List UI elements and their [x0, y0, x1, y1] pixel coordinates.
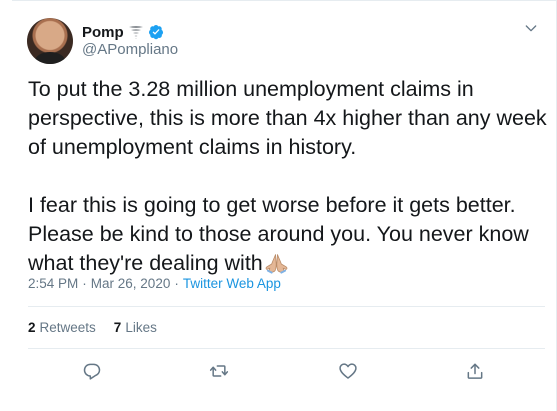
more-options-button[interactable]	[519, 18, 543, 42]
like-icon	[338, 361, 358, 386]
handle[interactable]: @APompliano	[82, 41, 178, 58]
tweet-date[interactable]: Mar 26, 2020	[91, 276, 171, 291]
reply-button[interactable]	[79, 360, 105, 386]
tweet-actions	[0, 360, 557, 386]
avatar[interactable]	[27, 18, 73, 64]
top-divider	[12, 0, 557, 1]
display-name[interactable]: Pomp	[82, 24, 124, 41]
tweet-paragraph: I fear this is going to get worse before…	[28, 191, 548, 278]
divider	[28, 306, 545, 307]
share-icon	[465, 361, 485, 386]
like-button[interactable]	[335, 360, 361, 386]
author-name-row[interactable]: Pomp	[82, 22, 164, 42]
retweets-count: 2	[28, 320, 36, 335]
tweet-source-link[interactable]: Twitter Web App	[183, 276, 281, 291]
likes-stat[interactable]: 7 Likes	[114, 320, 157, 335]
tweet-stats: 2 Retweets 7 Likes	[28, 320, 157, 335]
tornado-icon	[128, 24, 144, 40]
reply-icon	[82, 361, 102, 386]
tweet-text: To put the 3.28 million unemployment cla…	[28, 75, 548, 278]
tweet-card: Pomp @APompliano To put the 3.28 million…	[0, 0, 557, 411]
retweet-button[interactable]	[206, 360, 232, 386]
meta-separator: ·	[82, 276, 87, 291]
tweet-meta: 2:54 PM · Mar 26, 2020 · Twitter Web App	[28, 276, 281, 291]
likes-count: 7	[113, 320, 122, 335]
retweets-stat[interactable]: 2 Retweets	[28, 320, 96, 335]
retweets-label: Retweets	[39, 320, 96, 335]
pray-emoji-icon	[264, 252, 289, 274]
meta-separator: ·	[174, 276, 179, 291]
share-button[interactable]	[462, 360, 488, 386]
retweet-icon	[209, 361, 229, 386]
chevron-down-icon	[523, 20, 539, 41]
tweet-paragraph: To put the 3.28 million unemployment cla…	[28, 77, 547, 159]
likes-label: Likes	[125, 320, 157, 335]
tweet-time[interactable]: 2:54 PM	[28, 276, 78, 291]
divider	[28, 348, 545, 349]
verified-icon	[148, 24, 164, 40]
